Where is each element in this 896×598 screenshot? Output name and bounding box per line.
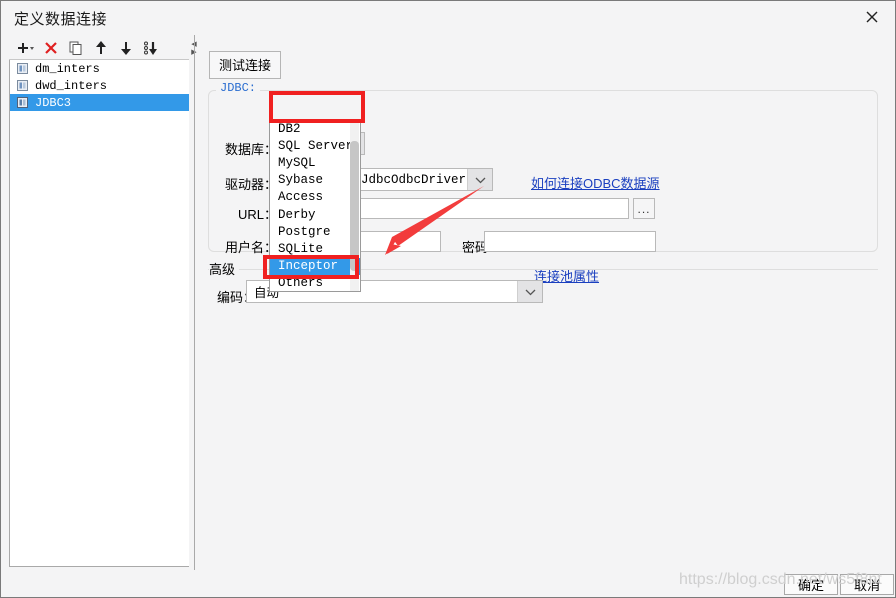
watermark-text: https://blog.csdn.net/ws5f8nt [679, 571, 882, 588]
dropdown-option[interactable]: MySQL [270, 154, 360, 171]
database-dropdown-list[interactable]: DB2 SQL Server MySQL Sybase Access Derby… [269, 119, 361, 292]
list-item[interactable]: dm_inters [10, 60, 189, 77]
add-icon[interactable] [13, 38, 38, 59]
move-up-icon[interactable] [88, 38, 113, 59]
copy-icon[interactable] [63, 38, 88, 59]
list-item[interactable]: dwd_inters [10, 77, 189, 94]
panel-splitter[interactable] [194, 35, 195, 570]
driver-combo-value: JdbcOdbcDriver [361, 172, 467, 187]
connection-tree[interactable]: dm_inters dwd_inters JDBC3 [10, 60, 189, 566]
driver-combo[interactable]: JdbcOdbcDriver [353, 168, 493, 191]
list-item-label: JDBC3 [35, 95, 72, 110]
advanced-label: 高级 [209, 259, 240, 278]
page-title: 定义数据连接 [14, 11, 108, 28]
list-toolbar [9, 37, 190, 60]
password-input[interactable] [484, 231, 656, 252]
datasource-icon [17, 80, 28, 91]
username-label: 用户名： [224, 240, 277, 255]
dropdown-option[interactable]: DB2 [270, 120, 360, 137]
title-bar: 定义数据连接 [1, 1, 895, 34]
url-label: URL： [237, 207, 277, 222]
dropdown-option[interactable]: SQL Server [270, 137, 360, 154]
datasource-icon [17, 63, 28, 74]
dropdown-option[interactable]: Access [270, 189, 360, 206]
test-connection-button[interactable]: 测试连接 [209, 51, 282, 79]
dropdown-option-selected[interactable]: Inceptor [270, 257, 360, 275]
dropdown-option[interactable]: Postgre [270, 223, 360, 240]
dropdown-scrollbar[interactable] [350, 121, 359, 291]
dropdown-option[interactable]: Others [270, 275, 360, 291]
move-down-icon[interactable] [113, 38, 138, 59]
driver-label: 驱动器： [224, 177, 277, 192]
odbc-help-link[interactable]: 如何连接ODBC数据源 [531, 173, 660, 192]
connection-detail-panel: 测试连接 JDBC: 数据库： Others 驱动器： JdbcOdbcDriv… [201, 37, 889, 567]
dropdown-option[interactable]: Derby [270, 206, 360, 223]
dropdown-scrollbar-thumb[interactable] [350, 141, 359, 271]
list-item-label: dm_inters [35, 61, 100, 76]
list-item-label: dwd_inters [35, 78, 108, 93]
sort-icon[interactable] [138, 38, 163, 59]
list-item-selected[interactable]: JDBC3 [10, 94, 189, 111]
chevron-down-icon[interactable] [467, 169, 492, 190]
delete-icon[interactable] [38, 38, 63, 59]
jdbc-group-legend: JDBC: [216, 81, 261, 95]
database-label: 数据库： [224, 142, 277, 157]
define-data-connection-dialog: 定义数据连接 dm_inters dwd_inters JDBC3 测试连接 J… [0, 0, 896, 598]
chevron-down-icon[interactable] [517, 281, 542, 302]
dropdown-option[interactable]: Sybase [270, 172, 360, 189]
datasource-icon [17, 97, 28, 108]
url-browse-button[interactable]: ... [633, 198, 655, 219]
close-icon[interactable] [849, 1, 895, 33]
dropdown-option[interactable]: SQLite [270, 240, 360, 257]
